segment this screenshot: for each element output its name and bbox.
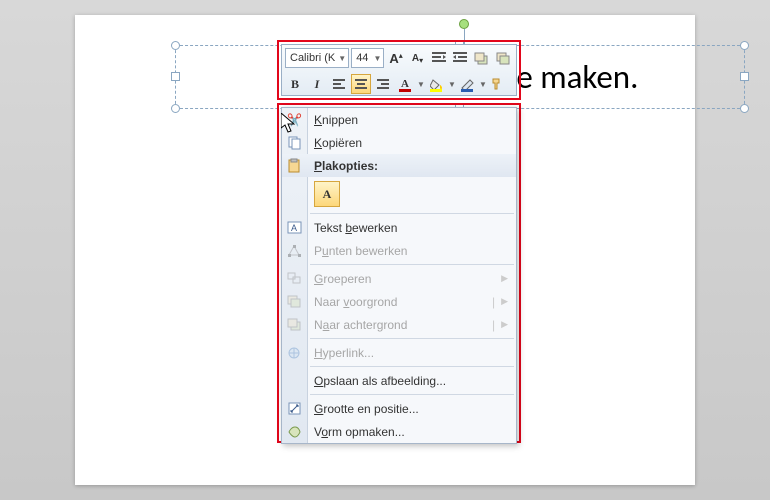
edit-points-icon (286, 242, 303, 259)
svg-text:A: A (291, 223, 297, 233)
send-back-icon (286, 316, 303, 333)
shape-outline-dropdown[interactable]: ▼ (479, 80, 486, 89)
font-size-value: 44 (356, 52, 368, 64)
decrease-font-button[interactable]: A▾ (408, 48, 427, 68)
cut-icon: ✂️ (286, 111, 303, 128)
italic-button[interactable]: I (307, 74, 327, 94)
send-back-icon (474, 52, 489, 65)
chevron-down-icon: ▼ (373, 54, 381, 63)
menu-hyperlink: Hyperlink... (282, 341, 516, 364)
menu-format-shape[interactable]: Vorm opmaken... (282, 420, 516, 443)
copy-icon (286, 134, 303, 151)
indent-icon (453, 52, 467, 64)
menu-cut[interactable]: ✂️ Knippen (282, 108, 516, 131)
font-name-selector[interactable]: Calibri (K▼ (285, 48, 349, 68)
bring-front-icon (286, 293, 303, 310)
bring-front-icon (496, 52, 511, 65)
font-color-button[interactable]: A (395, 74, 415, 94)
outdent-icon (432, 52, 446, 64)
outline-swatch (461, 89, 473, 92)
menu-edit-points: Punten bewerken (282, 239, 516, 262)
resize-handle-r[interactable] (740, 72, 749, 81)
font-size-selector[interactable]: 44 ▼ (351, 48, 384, 68)
paste-options-row: A (282, 177, 516, 211)
menu-group: Groeperen ▶ (282, 267, 516, 290)
resize-handle-bl[interactable] (171, 104, 180, 113)
paste-icon (286, 157, 303, 174)
align-center-button[interactable] (351, 74, 371, 94)
font-color-dropdown[interactable]: ▼ (417, 80, 424, 89)
align-left-button[interactable] (329, 74, 349, 94)
menu-separator (310, 213, 514, 214)
menu-copy[interactable]: Kopiëren (282, 131, 516, 154)
mini-toolbar: Calibri (K▼ 44▼ A▴ A▾ B I A▼ ▼ ▼ (281, 44, 517, 96)
edit-text-icon: A (286, 219, 303, 236)
size-icon (286, 400, 303, 417)
shape-outline-button[interactable] (457, 74, 477, 94)
menu-separator (310, 366, 514, 367)
decrease-indent-button[interactable] (429, 48, 448, 68)
resize-handle-tl[interactable] (171, 41, 180, 50)
menu-save-as-picture[interactable]: Opslaan als afbeelding... (282, 369, 516, 392)
hyperlink-icon (286, 344, 303, 361)
resize-handle-tr[interactable] (740, 41, 749, 50)
menu-size-position[interactable]: Grootte en positie... (282, 397, 516, 420)
shape-fill-button[interactable] (426, 74, 446, 94)
align-right-icon (377, 79, 389, 89)
bold-button[interactable]: B (285, 74, 305, 94)
menu-separator (310, 338, 514, 339)
increase-font-button[interactable]: A▴ (386, 48, 405, 68)
font-color-swatch (399, 89, 411, 92)
group-icon (286, 270, 303, 287)
align-right-button[interactable] (373, 74, 393, 94)
font-name-value: Calibri (K (290, 52, 335, 64)
shape-fill-dropdown[interactable]: ▼ (448, 80, 455, 89)
submenu-arrow-icon: ▶ (501, 296, 508, 307)
format-shape-icon (286, 423, 303, 440)
context-menu: ✂️ Knippen Kopiëren Plakopties: A A Teks… (281, 107, 517, 444)
menu-paste-options-header: Plakopties: (282, 154, 516, 177)
fill-swatch (430, 89, 442, 92)
increase-indent-button[interactable] (451, 48, 470, 68)
menu-send-back: Naar achtergrond |▶ (282, 313, 516, 336)
menu-bring-front: Naar voorgrond |▶ (282, 290, 516, 313)
resize-handle-br[interactable] (740, 104, 749, 113)
brush-icon (491, 77, 505, 91)
bucket-icon (430, 79, 443, 90)
paste-keep-formatting-button[interactable]: A (314, 181, 340, 207)
submenu-arrow-icon: ▶ (501, 319, 508, 330)
align-left-icon (333, 79, 345, 89)
submenu-arrow-icon: ▶ (501, 273, 508, 284)
resize-handle-l[interactable] (171, 72, 180, 81)
arrange-front-button[interactable] (494, 48, 513, 68)
pen-icon (461, 79, 474, 90)
menu-edit-text[interactable]: A Tekst bewerken (282, 216, 516, 239)
chevron-down-icon: ▼ (338, 54, 346, 63)
menu-separator (310, 264, 514, 265)
rotate-handle[interactable] (459, 19, 469, 29)
menu-separator (310, 394, 514, 395)
arrange-back-button[interactable] (472, 48, 491, 68)
format-painter-button[interactable] (488, 74, 508, 94)
align-center-icon (355, 79, 367, 89)
